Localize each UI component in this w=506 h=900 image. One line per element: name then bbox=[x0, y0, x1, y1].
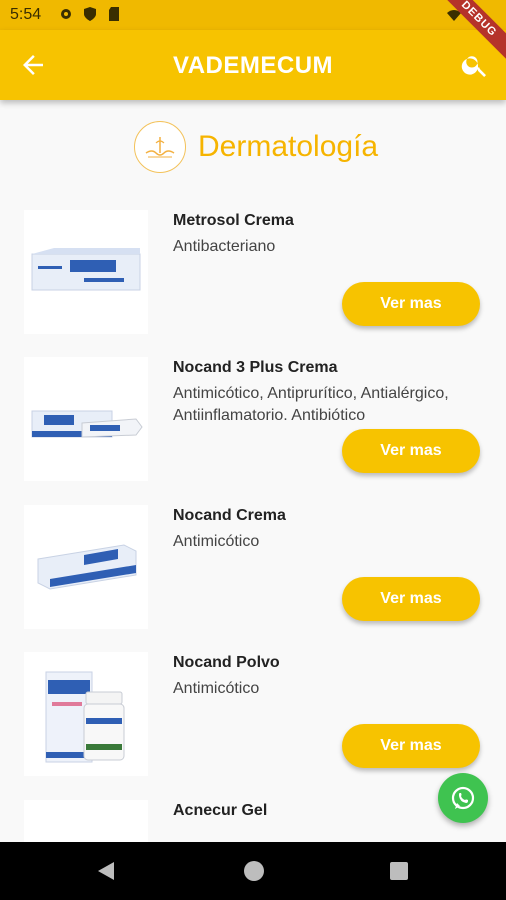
nav-recents-icon[interactable] bbox=[390, 862, 408, 880]
status-time: 5:54 bbox=[10, 6, 42, 23]
product-item: Nocand 3 Plus Crema Antimicótico, Antipr… bbox=[0, 357, 506, 485]
product-item: Nocand Crema Antimicótico Ver mas bbox=[0, 505, 506, 633]
system-nav-bar bbox=[0, 842, 506, 900]
product-image bbox=[24, 652, 148, 776]
product-description: Antibacteriano bbox=[173, 238, 276, 255]
product-image bbox=[24, 210, 148, 334]
product-image bbox=[24, 357, 148, 481]
product-name: Nocand Polvo bbox=[173, 654, 280, 671]
whatsapp-button[interactable] bbox=[438, 773, 488, 823]
ver-mas-button[interactable]: Ver mas bbox=[342, 429, 480, 473]
status-notification-icons bbox=[58, 6, 122, 22]
product-item: Nocand Polvo Antimicótico Ver mas bbox=[0, 652, 506, 780]
product-item: Acnecur Gel bbox=[0, 800, 506, 842]
product-name: Metrosol Crema bbox=[173, 212, 294, 229]
product-description: Antimicótico, Antiprurítico, Antialérgic… bbox=[173, 385, 449, 424]
nav-home-icon[interactable] bbox=[244, 861, 264, 881]
product-image bbox=[24, 800, 148, 842]
search-icon[interactable] bbox=[460, 50, 490, 80]
product-item: Metrosol Crema Antibacteriano Ver mas bbox=[0, 210, 506, 338]
product-name: Nocand 3 Plus Crema bbox=[173, 359, 338, 376]
shield-icon bbox=[84, 7, 96, 21]
sd-card-icon bbox=[109, 7, 119, 21]
product-image bbox=[24, 505, 148, 629]
ver-mas-button[interactable]: Ver mas bbox=[342, 282, 480, 326]
product-description: Antimicótico bbox=[173, 680, 260, 697]
settings-icon bbox=[61, 9, 71, 19]
ver-mas-button[interactable]: Ver mas bbox=[342, 724, 480, 768]
dermatology-icon bbox=[134, 121, 186, 173]
product-name: Nocand Crema bbox=[173, 507, 286, 524]
ver-mas-button[interactable]: Ver mas bbox=[342, 577, 480, 621]
status-bar: 5:54 bbox=[0, 0, 506, 30]
whatsapp-icon bbox=[451, 786, 475, 810]
product-name: Acnecur Gel bbox=[173, 802, 268, 819]
nav-back-icon[interactable] bbox=[96, 861, 116, 881]
app-title: VADEMECUM bbox=[172, 52, 334, 79]
category-title: Dermatología bbox=[198, 130, 379, 163]
app-bar: VADEMECUM bbox=[0, 30, 506, 100]
product-description: Antimicótico bbox=[173, 533, 260, 550]
category-header: Dermatología bbox=[0, 118, 506, 174]
